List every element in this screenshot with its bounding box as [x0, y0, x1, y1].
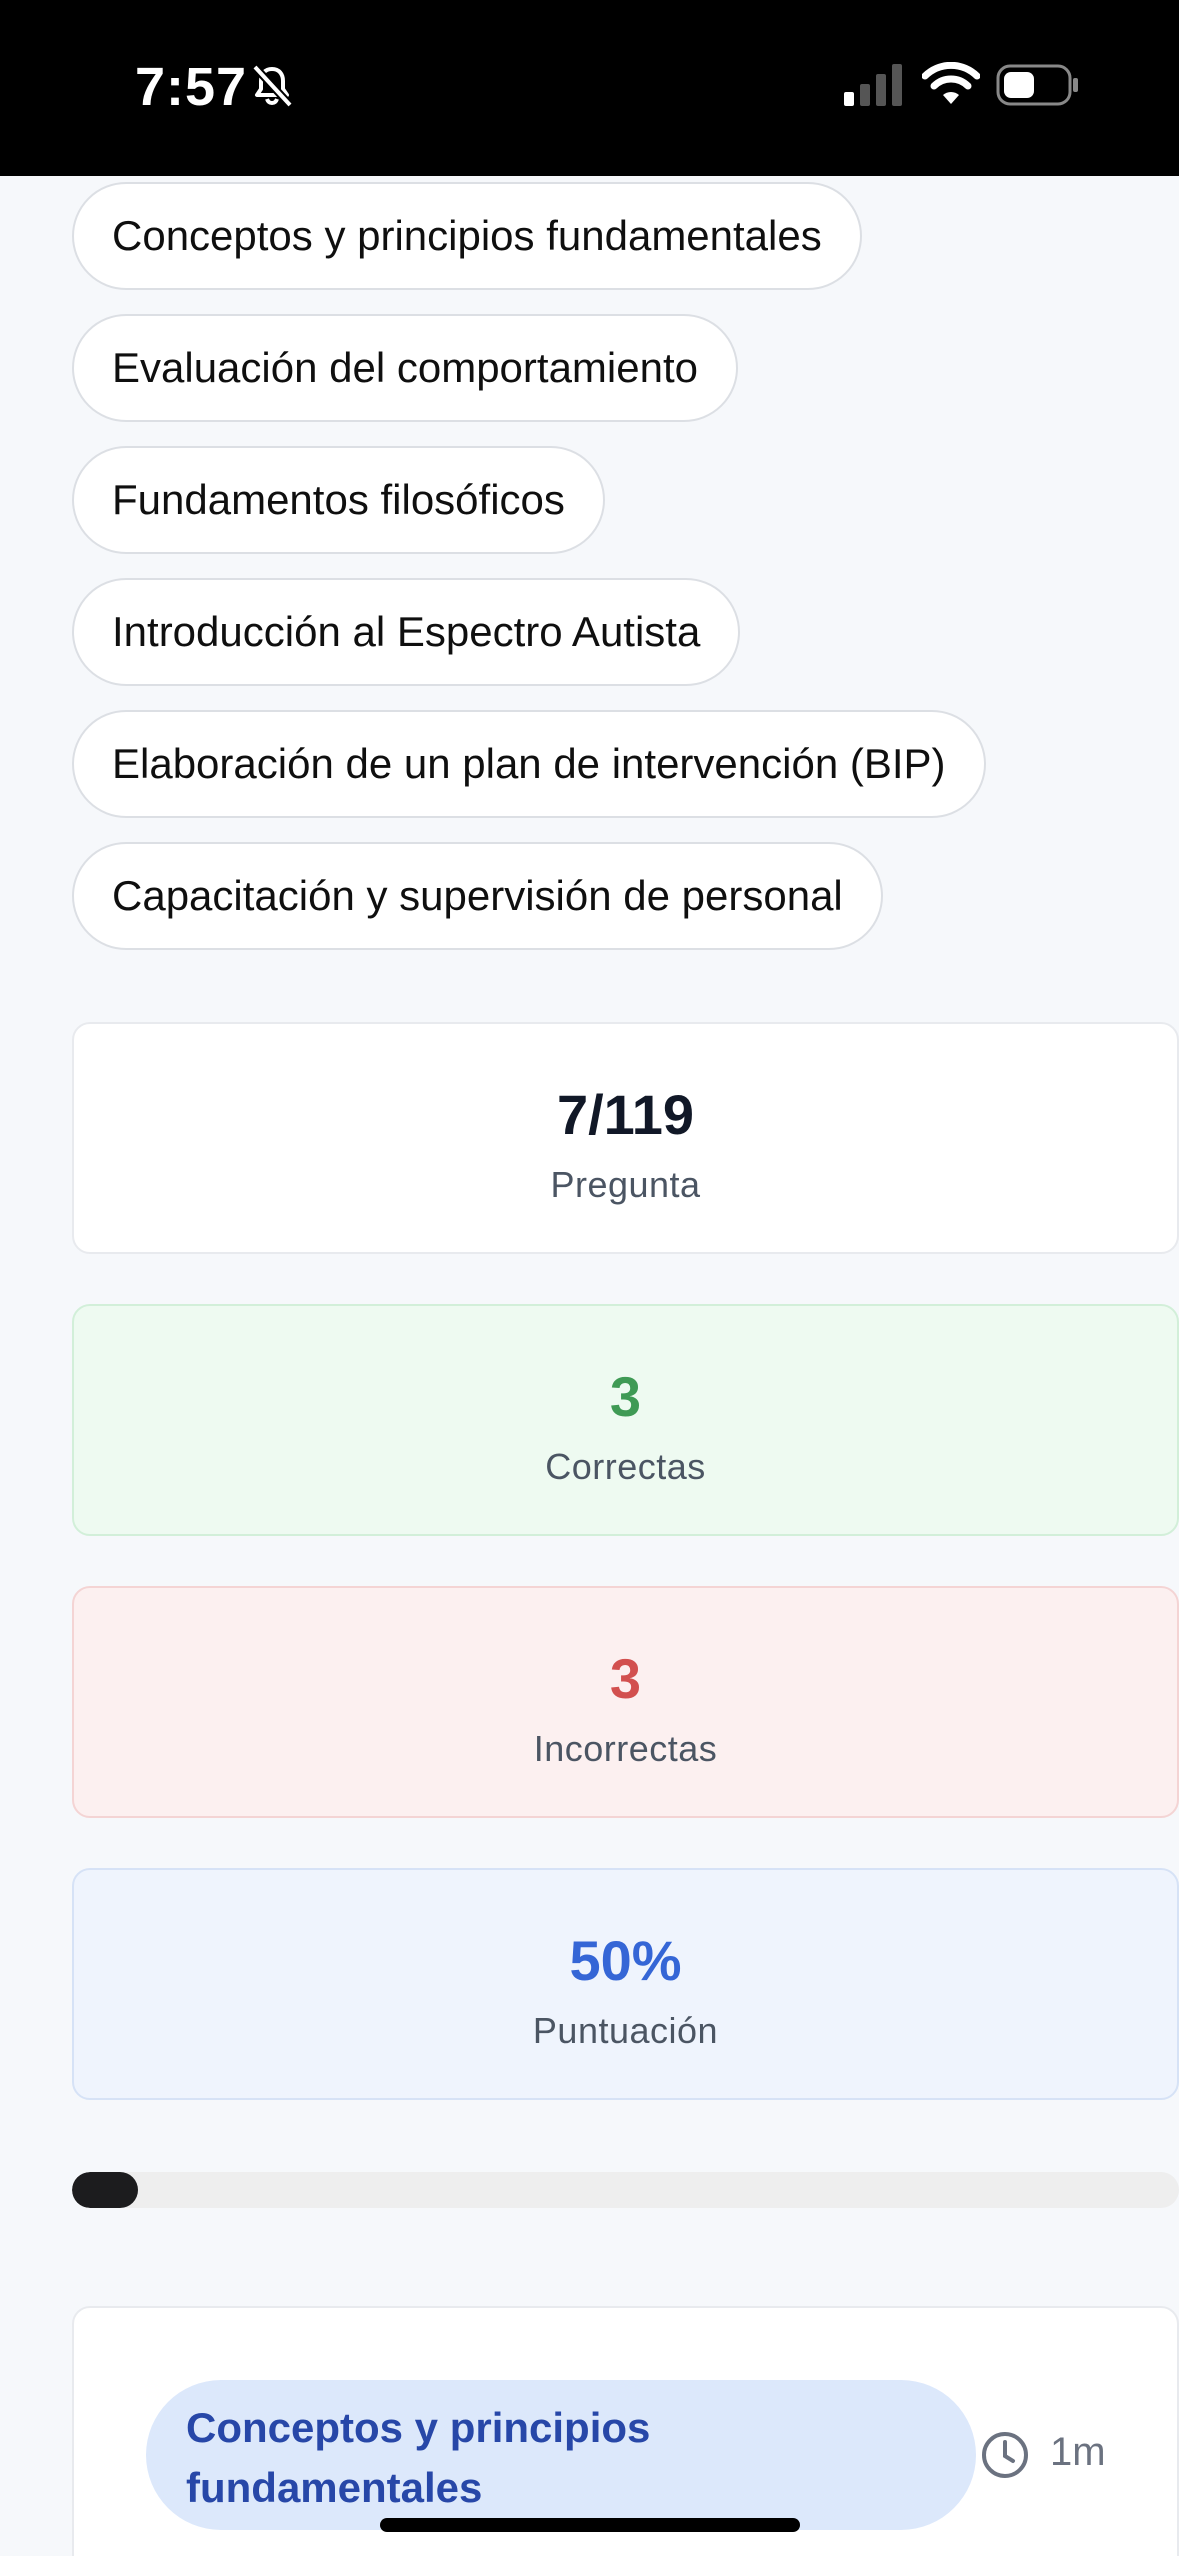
status-bar: 7:57	[0, 0, 1179, 176]
correct-value: 3	[609, 1365, 642, 1428]
incorrect-value: 3	[609, 1647, 642, 1710]
topic-chip-0[interactable]: Conceptos y principios fundamentales	[72, 182, 862, 290]
topic-chip-1[interactable]: Evaluación del comportamiento	[72, 314, 738, 422]
incorrect-card: 3 Incorrectas	[72, 1586, 1179, 1818]
clock-icon	[982, 2432, 1028, 2478]
bell-slash-icon	[252, 64, 293, 108]
score-value: 50%	[569, 1929, 682, 1992]
battery-icon	[996, 64, 1078, 106]
topic-chip-2[interactable]: Fundamentos filosóficos	[72, 446, 605, 554]
home-indicator	[380, 2518, 800, 2532]
topic-chip-4[interactable]: Elaboración de un plan de intervención (…	[72, 710, 986, 818]
correct-label: Correctas	[545, 1446, 706, 1487]
main-content: Conceptos y principios fundamentales Eva…	[0, 176, 1179, 2556]
topic-chip-3[interactable]: Introducción al Espectro Autista	[72, 578, 741, 686]
question-topic-badge: Conceptos y principios fundamentales	[146, 2380, 976, 2530]
question-count-label: Pregunta	[550, 1164, 701, 1205]
topic-chip-5[interactable]: Capacitación y supervisión de personal	[72, 842, 883, 950]
score-card: 50% Puntuación	[72, 1868, 1179, 2100]
correct-card: 3 Correctas	[72, 1304, 1179, 1536]
question-time: 1m	[1050, 2430, 1106, 2474]
score-label: Puntuación	[532, 2010, 719, 2051]
question-count-card: 7/119 Pregunta	[72, 1022, 1179, 1254]
progress-bar	[72, 2172, 1179, 2208]
question-count-value: 7/119	[556, 1083, 695, 1146]
status-time: 7:57	[135, 57, 248, 117]
progress-bar-fill	[72, 2172, 139, 2208]
signal-icon	[844, 64, 902, 106]
incorrect-label: Incorrectas	[533, 1728, 718, 1769]
wifi-icon	[922, 62, 980, 104]
